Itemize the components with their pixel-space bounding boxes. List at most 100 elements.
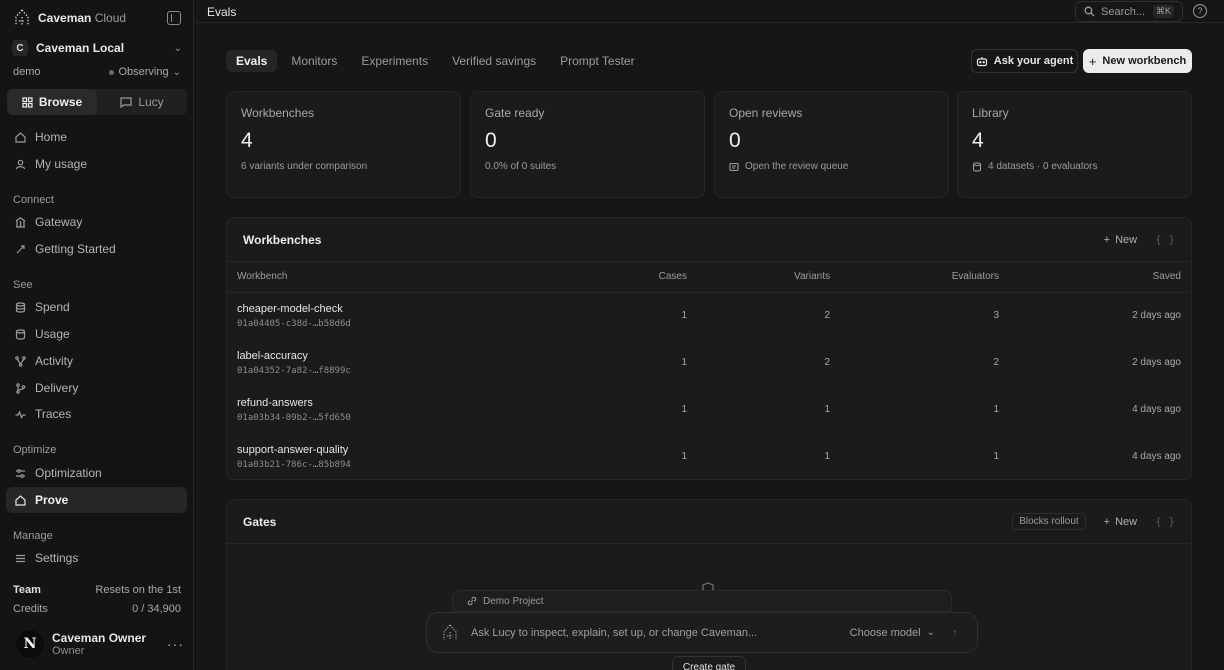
- browse-tab[interactable]: Browse: [7, 89, 97, 115]
- table-row[interactable]: label-accuracy 01a04352-7a82-…f8899c 1 2 …: [227, 339, 1191, 386]
- search-icon: [1084, 6, 1095, 17]
- nav-gateway[interactable]: Gateway: [6, 209, 187, 235]
- credits-row: Credits 0 / 34,900: [13, 603, 181, 615]
- mode-label: Observing: [118, 66, 169, 78]
- ask-agent-button[interactable]: Ask your agent: [971, 49, 1078, 73]
- new-gate-inline-button[interactable]: + New: [1104, 516, 1137, 528]
- stat-sub: 6 variants under comparison: [241, 161, 368, 172]
- stat-label: Workbenches: [241, 106, 315, 120]
- col-variants[interactable]: Variants: [697, 262, 840, 293]
- branch-icon: [14, 355, 26, 367]
- eval-tabs: Evals Monitors Experiments Verified savi…: [226, 50, 645, 72]
- stat-value: 4: [241, 129, 253, 152]
- col-saved[interactable]: Saved: [1009, 262, 1191, 293]
- json-view-icon[interactable]: { }: [1155, 515, 1175, 528]
- col-workbench[interactable]: Workbench: [227, 262, 587, 293]
- col-evaluators[interactable]: Evaluators: [840, 262, 1009, 293]
- tab-prompt-tester[interactable]: Prompt Tester: [550, 50, 644, 72]
- section-optimize: Optimize: [13, 444, 57, 456]
- nav-delivery[interactable]: Delivery: [6, 375, 187, 401]
- col-cases[interactable]: Cases: [587, 262, 697, 293]
- nav-home[interactable]: Home: [6, 124, 187, 150]
- context-chip[interactable]: Demo Project: [452, 590, 952, 612]
- chat-input[interactable]: Ask Lucy to inspect, explain, set up, or…: [471, 627, 838, 639]
- nav-traces[interactable]: Traces: [6, 401, 187, 427]
- user-menu[interactable]: N Caveman Owner Owner ···: [16, 628, 184, 660]
- stat-card-gate-ready[interactable]: Gate ready 0 0.0% of 0 suites: [470, 91, 705, 198]
- cell-cases: 1: [681, 310, 687, 322]
- stat-card-workbenches[interactable]: Workbenches 4 6 variants under compariso…: [226, 91, 461, 198]
- tab-experiments[interactable]: Experiments: [351, 50, 438, 72]
- table-row[interactable]: refund-answers 01a03b34-09b2-…5fd650 1 1 …: [227, 386, 1191, 433]
- nav-label: My usage: [35, 157, 88, 171]
- user-name: Caveman Owner: [52, 631, 147, 645]
- mode-selector[interactable]: Observing ⌄: [109, 66, 181, 78]
- nav-label: Optimization: [35, 466, 102, 480]
- send-icon[interactable]: ↑: [947, 625, 963, 641]
- nav-settings[interactable]: Settings: [6, 545, 187, 571]
- collapse-sidebar-icon[interactable]: [167, 11, 181, 25]
- environment-row: demo Observing ⌄: [13, 66, 181, 78]
- cell-saved: 2 days ago: [1132, 357, 1181, 368]
- workbench-name: support-answer-quality: [237, 443, 349, 456]
- new-workbench-button[interactable]: + New workbench: [1083, 49, 1192, 73]
- search-input[interactable]: Search... ⌘K: [1075, 1, 1183, 22]
- nav-spend[interactable]: Spend: [6, 294, 187, 320]
- context-label: Demo Project: [483, 595, 544, 607]
- tab-monitors[interactable]: Monitors: [281, 50, 347, 72]
- stat-label: Open reviews: [729, 106, 803, 120]
- cell-saved: 4 days ago: [1132, 451, 1181, 462]
- tab-evals[interactable]: Evals: [226, 50, 278, 72]
- nav-label: Gateway: [35, 215, 83, 229]
- cell-evaluators: 3: [993, 310, 999, 322]
- org-switcher[interactable]: C Caveman Local ⌄: [12, 38, 182, 58]
- new-workbench-inline-button[interactable]: + New: [1104, 234, 1137, 246]
- gateway-icon: [14, 216, 26, 228]
- brand[interactable]: Caveman Cloud: [12, 8, 126, 28]
- lucy-tab[interactable]: Lucy: [97, 89, 187, 115]
- stat-card-open-reviews[interactable]: Open reviews 0 Open the review queue: [714, 91, 949, 198]
- org-initial-badge: C: [12, 40, 28, 56]
- model-label: Choose model: [849, 626, 921, 639]
- avatar: N: [16, 630, 44, 658]
- model-selector[interactable]: Choose model ⌄: [850, 627, 935, 639]
- nav-my-usage[interactable]: My usage: [6, 151, 187, 177]
- nav-optimization[interactable]: Optimization: [6, 460, 187, 486]
- help-icon[interactable]: ?: [1193, 4, 1207, 18]
- nav-activity[interactable]: Activity: [6, 348, 187, 374]
- table-row[interactable]: support-answer-quality 01a03b21-786c-…85b…: [227, 433, 1191, 479]
- cell-saved: 2 days ago: [1132, 310, 1181, 322]
- nav-label: Delivery: [35, 381, 79, 395]
- table-row[interactable]: cheaper-model-check 01a04405-c38d-…b58d6d…: [227, 292, 1191, 339]
- chevron-down-icon: ⌄: [172, 66, 181, 78]
- chat-icon: [120, 96, 132, 108]
- cell-cases: 1: [681, 404, 687, 415]
- nav-prove[interactable]: Prove: [6, 487, 187, 513]
- gates-header: Gates Blocks rollout + New { }: [227, 500, 1191, 544]
- caveman-logo-icon: [15, 9, 29, 25]
- team-row: Team Resets on the 1st: [13, 584, 181, 596]
- table-header-row: Workbench Cases Variants Evaluators Save…: [227, 262, 1191, 293]
- search-shortcut: ⌘K: [1152, 5, 1174, 18]
- workbench-id: 01a03b34-09b2-…5fd650: [237, 412, 351, 423]
- nav-label: Prove: [35, 493, 69, 507]
- json-view-icon[interactable]: { }: [1155, 233, 1175, 246]
- inbox-icon: [729, 162, 739, 171]
- nav-usage[interactable]: Usage: [6, 321, 187, 347]
- workbench-id: 01a03b21-786c-…85b894: [237, 459, 351, 470]
- nav-getting-started[interactable]: Getting Started: [6, 236, 187, 262]
- review-queue-link[interactable]: Open the review queue: [729, 161, 934, 172]
- ask-agent-label: Ask your agent: [993, 55, 1074, 67]
- tab-verified-savings[interactable]: Verified savings: [442, 50, 546, 72]
- plus-icon: +: [1088, 53, 1097, 69]
- grid-icon: [22, 96, 33, 108]
- plus-icon: +: [1103, 233, 1111, 246]
- database-icon: [972, 161, 982, 172]
- more-icon[interactable]: ···: [167, 636, 184, 652]
- create-gate-button[interactable]: Create gate: [672, 656, 746, 670]
- stat-value: 0: [729, 129, 741, 152]
- pulse-icon: [14, 408, 26, 420]
- database-icon: [14, 301, 26, 313]
- cell-saved: 4 days ago: [1132, 404, 1181, 415]
- stat-card-library[interactable]: Library 4 4 datasets · 0 evaluators: [957, 91, 1192, 198]
